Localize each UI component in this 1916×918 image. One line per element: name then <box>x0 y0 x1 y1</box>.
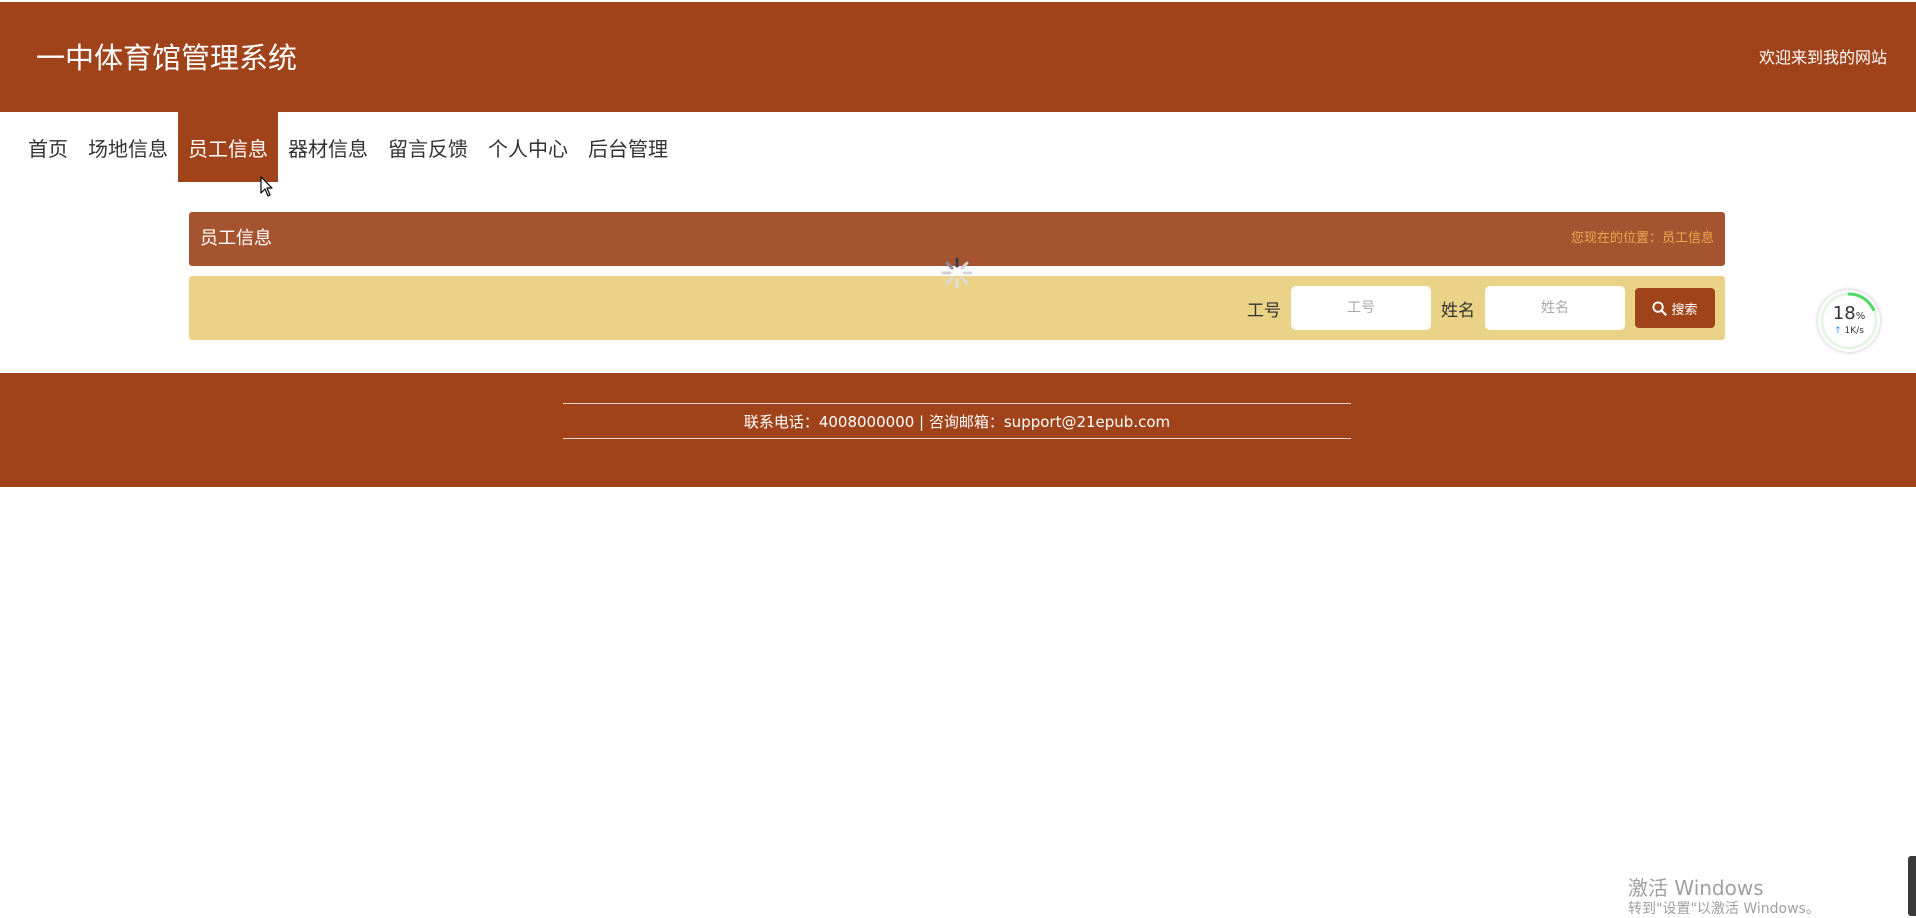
nav-item-venues[interactable]: 场地信息 <box>78 112 178 182</box>
network-speed: ↑ 1K/s <box>1834 326 1864 336</box>
name-label: 姓名 <box>1441 300 1475 321</box>
windows-activation-subtitle: 转到"设置"以激活 Windows。 <box>1628 901 1820 917</box>
side-panel-handle[interactable] <box>1908 856 1916 916</box>
network-speed-widget[interactable]: 18% ↑ 1K/s <box>1818 290 1880 352</box>
search-icon <box>1652 300 1668 316</box>
usage-percent: 18% <box>1832 303 1866 324</box>
site-header: 一中体育馆管理系统 欢迎来到我的网站 <box>0 2 1916 112</box>
nav-item-staff[interactable]: 员工信息 <box>178 112 278 182</box>
upload-arrow-icon: ↑ <box>1834 326 1842 336</box>
name-input[interactable] <box>1485 286 1625 330</box>
footer-contact: 联系电话：4008000000 | 咨询邮箱：support@21epub.co… <box>743 412 1171 431</box>
search-button-label: 搜索 <box>1671 302 1698 318</box>
footer-contact-box: 联系电话：4008000000 | 咨询邮箱：support@21epub.co… <box>563 403 1351 439</box>
page-title: 员工信息 <box>200 228 272 249</box>
site-title: 一中体育馆管理系统 <box>36 41 298 75</box>
nav-item-feedback[interactable]: 留言反馈 <box>378 112 478 182</box>
search-button[interactable]: 搜索 <box>1635 288 1715 328</box>
nav-item-home[interactable]: 首页 <box>18 112 78 182</box>
staff-id-label: 工号 <box>1247 300 1281 321</box>
search-form: 工号 姓名 搜索 <box>1247 286 1715 330</box>
staff-id-input[interactable] <box>1291 286 1431 330</box>
nav-item-equipment[interactable]: 器材信息 <box>278 112 378 182</box>
mouse-cursor-icon <box>260 176 274 202</box>
loading-spinner-icon <box>940 256 974 290</box>
welcome-text: 欢迎来到我的网站 <box>1758 48 1887 67</box>
nav-item-admin[interactable]: 后台管理 <box>578 112 678 182</box>
breadcrumb: 您现在的位置：员工信息 <box>1570 231 1714 246</box>
main-nav: 首页 场地信息 员工信息 器材信息 留言反馈 个人中心 后台管理 <box>18 112 678 182</box>
site-footer: 联系电话：4008000000 | 咨询邮箱：support@21epub.co… <box>0 373 1916 487</box>
windows-activation-title: 激活 Windows <box>1628 876 1764 900</box>
nav-item-profile[interactable]: 个人中心 <box>478 112 578 182</box>
